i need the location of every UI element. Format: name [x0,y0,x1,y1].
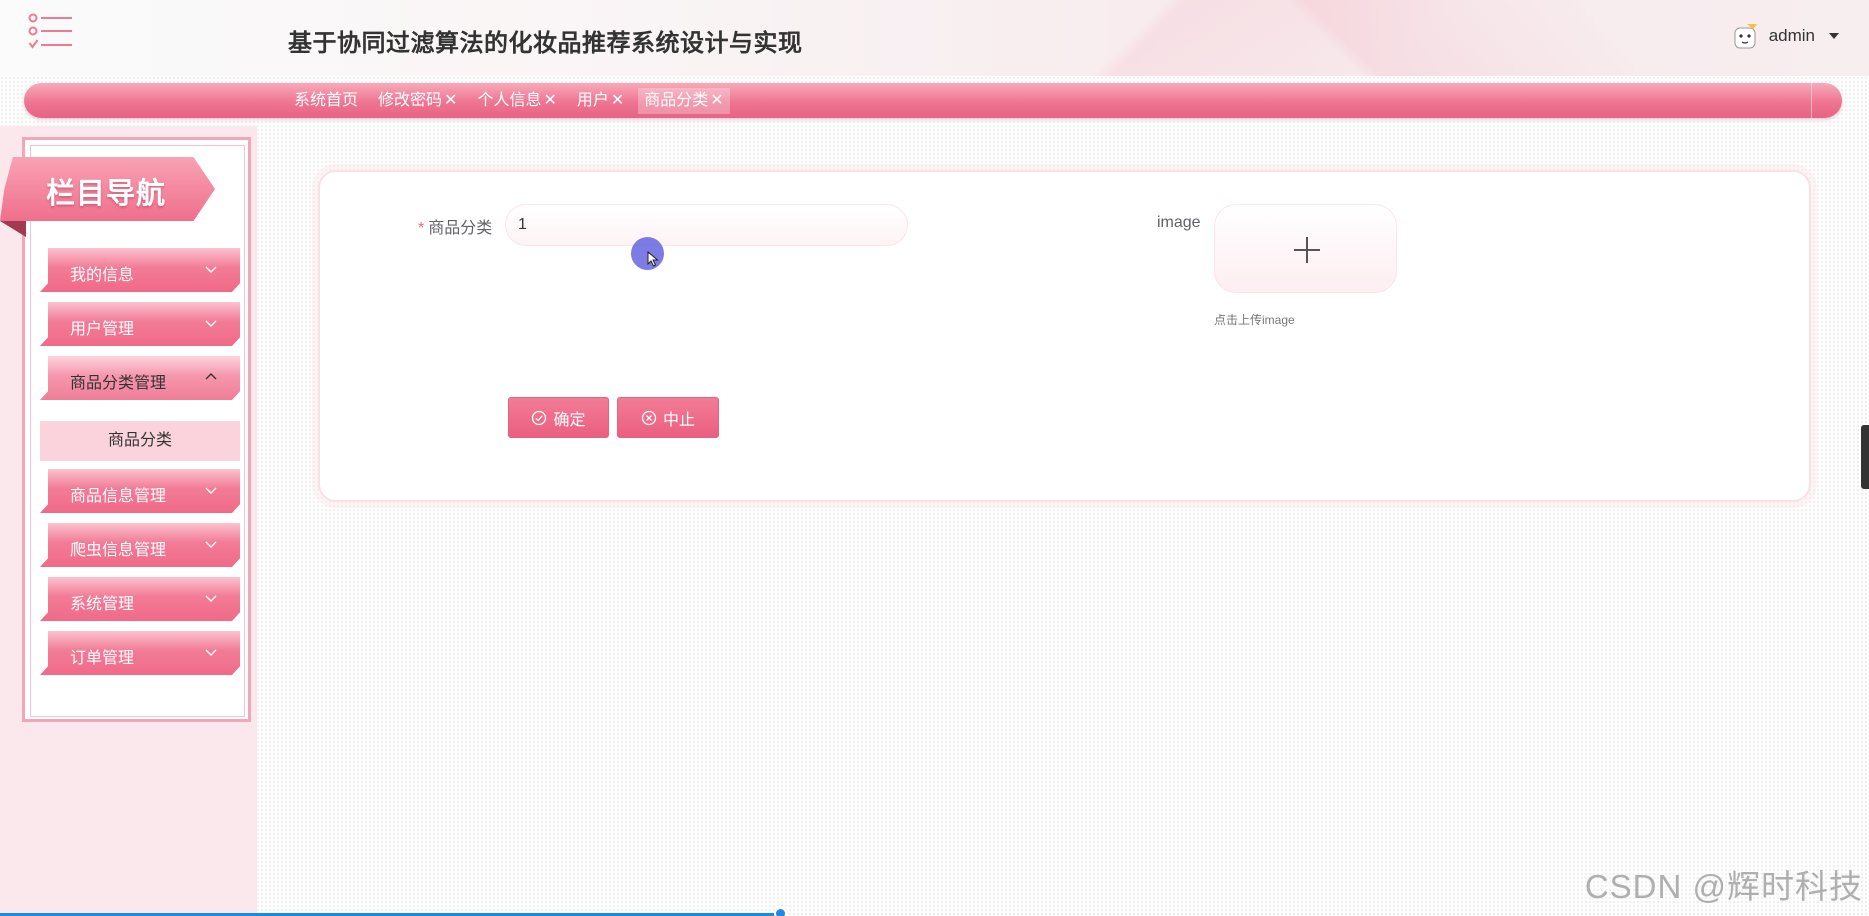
category-input[interactable] [505,204,908,246]
chevron-down-icon [205,320,217,327]
chevron-up-icon [205,373,217,380]
tab-label: 用户 [576,92,609,109]
close-circle-icon [641,410,657,425]
close-icon[interactable]: ✕ [710,88,723,114]
tab-bar-divider [1811,83,1812,118]
close-icon[interactable]: ✕ [543,88,556,114]
close-icon[interactable]: ✕ [444,88,457,114]
upload-tip: 点击上传image [1214,313,1295,327]
category-field-label: * 商品分类 [418,214,492,238]
user-menu[interactable]: admin [1731,22,1839,50]
chevron-down-icon [205,487,217,494]
confirm-button-label: 确定 [553,411,586,429]
required-mark: * [418,220,425,237]
sidebar-item-label: 订单管理 [70,650,135,667]
tab-label: 个人信息 [477,92,542,109]
chevron-down-icon [205,541,217,548]
sidebar-item-label: 我的信息 [70,267,135,284]
header: 基于协同过滤算法的化妆品推荐系统设计与实现 admin [0,0,1869,76]
category-label-text: 商品分类 [428,220,493,237]
nav-title: 栏目导航 [46,178,167,210]
chevron-down-icon [205,266,217,273]
confirm-button[interactable]: 确定 [508,397,609,438]
sidebar-item-label: 商品分类管理 [70,375,167,392]
tab-list: 系统首页 修改密码 ✕ 个人信息 ✕ 用户 ✕ 商品分类 ✕ [288,88,738,114]
tab-label: 系统首页 [294,92,359,109]
sidebar-item-order-management[interactable]: 订单管理 [40,631,240,675]
tab-change-password[interactable]: 修改密码 ✕ [372,88,463,114]
plus-icon [1294,237,1320,263]
menu-toggle-icon[interactable] [28,12,74,52]
progress-knob[interactable] [774,907,787,916]
sidebar-item-user-management[interactable]: 用户管理 [40,302,240,346]
sidebar-item-crawler-management[interactable]: 爬虫信息管理 [40,523,240,567]
tab-home[interactable]: 系统首页 [288,88,364,114]
nav-banner-fold [0,221,26,237]
tab-product-category[interactable]: 商品分类 ✕ [638,88,730,114]
sidebar-item-product-info-management[interactable]: 商品信息管理 [40,469,240,513]
watermark: CSDN @辉时科技 [1584,868,1863,905]
tab-label: 修改密码 [378,92,443,109]
user-name: admin [1768,26,1815,45]
sidebar-item-system-management[interactable]: 系统管理 [40,577,240,621]
tab-profile[interactable]: 个人信息 ✕ [471,88,562,114]
image-uploader[interactable] [1214,204,1397,293]
tab-users[interactable]: 用户 ✕ [571,88,630,114]
sidebar-item-label: 系统管理 [70,596,135,613]
cancel-button-label: 中止 [662,411,695,429]
caret-down-icon [1829,33,1839,39]
sidebar-item-label: 用户管理 [70,321,135,338]
site-title: 基于协同过滤算法的化妆品推荐系统设计与实现 [288,30,803,57]
chevron-down-icon [205,595,217,602]
check-circle-icon [532,410,547,425]
avatar-icon [1734,24,1757,49]
chevron-down-icon [205,649,217,656]
cancel-button[interactable]: 中止 [617,397,719,438]
sidebar-item-label: 爬虫信息管理 [70,542,167,559]
tab-label: 商品分类 [644,92,709,109]
close-icon[interactable]: ✕ [611,88,624,114]
sidebar-item-category-management[interactable]: 商品分类管理 [40,356,240,400]
mouse-cursor-icon [647,251,659,267]
image-field-label: image [1157,214,1201,231]
scrollbar-handle[interactable] [1861,425,1869,489]
submenu-item-product-category[interactable]: 商品分类 [40,421,240,461]
sidebar-item-my-info[interactable]: 我的信息 [40,248,240,292]
sidebar-item-label: 商品信息管理 [70,488,167,505]
